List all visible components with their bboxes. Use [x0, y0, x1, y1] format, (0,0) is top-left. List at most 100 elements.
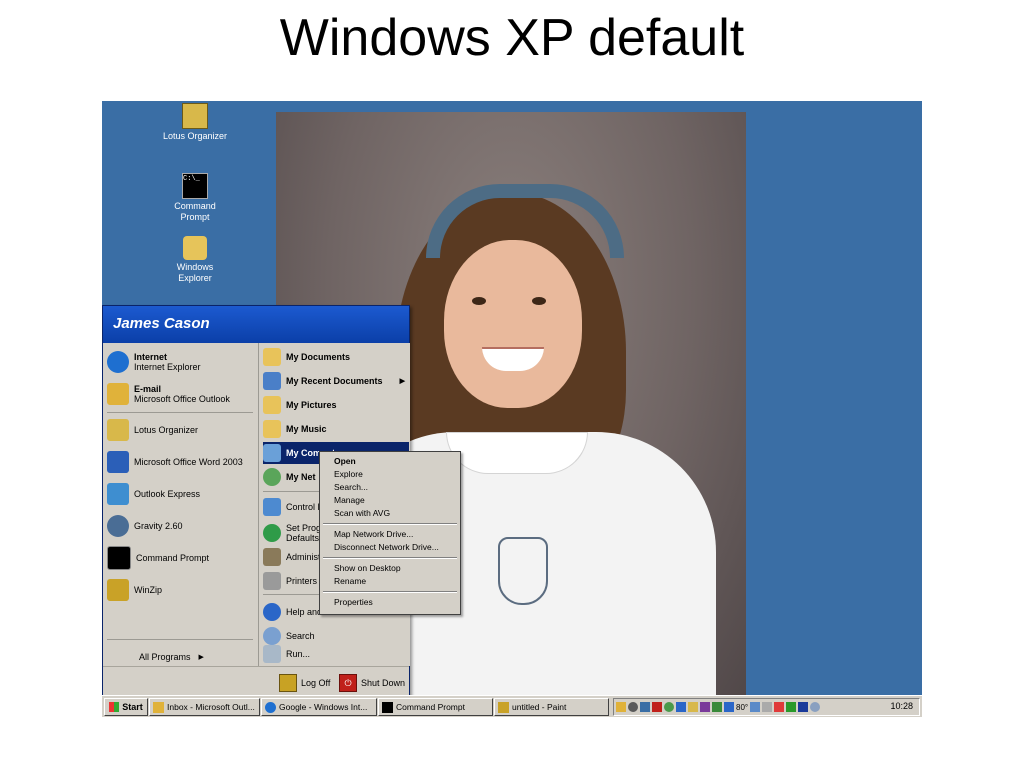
- right-item-label: Printers: [286, 576, 318, 586]
- taskbar-button-google[interactable]: Google - Windows Int...: [261, 698, 377, 716]
- shut-down-button[interactable]: ⏻ Shut Down: [339, 674, 405, 692]
- desktop-icon-windows-explorer[interactable]: Windows Explorer: [150, 236, 240, 284]
- lotus-organizer-icon: [182, 103, 208, 129]
- context-item-rename[interactable]: Rename: [334, 575, 366, 588]
- pinned-email[interactable]: E-mail Microsoft Office Outlook: [107, 379, 257, 409]
- desktop-icon-label: Lotus Organizer: [162, 131, 228, 141]
- taskbar-button-label: Command Prompt: [396, 702, 465, 712]
- context-item-search[interactable]: Search...: [334, 481, 368, 494]
- app-tray-icon[interactable]: [750, 702, 761, 712]
- right-item-my-recent-documents[interactable]: My Recent Documents ▶: [263, 370, 409, 392]
- start-menu-left-pane: Internet Internet Explorer E-mail Microsof…: [103, 343, 258, 666]
- app-tray-icon[interactable]: [786, 702, 797, 712]
- recent-documents-icon: [263, 372, 281, 390]
- ie-icon: [265, 701, 276, 713]
- recent-program[interactable]: Command Prompt: [107, 543, 257, 573]
- taskbar-button-label: Inbox - Microsoft Outl...: [167, 702, 255, 712]
- app-tray-icon[interactable]: [774, 702, 785, 712]
- app-tray-icon[interactable]: [652, 702, 662, 712]
- context-item-scan-avg[interactable]: Scan with AVG: [334, 507, 390, 520]
- recent-program[interactable]: Gravity 2.60: [107, 511, 257, 541]
- right-item-label: Search: [286, 631, 315, 641]
- help-icon: [263, 603, 281, 621]
- network-tray-icon[interactable]: [640, 702, 650, 712]
- volume-icon[interactable]: [810, 702, 821, 712]
- shut-down-label: Shut Down: [361, 678, 406, 688]
- command-prompt-icon: [107, 546, 131, 570]
- context-item-open[interactable]: Open: [334, 455, 356, 468]
- taskbar-button-label: Google - Windows Int...: [279, 702, 368, 712]
- right-item-my-documents[interactable]: My Documents: [263, 346, 409, 368]
- context-item-disconnect-network-drive[interactable]: Disconnect Network Drive...: [334, 541, 439, 554]
- taskbar-button-inbox[interactable]: Inbox - Microsoft Outl...: [149, 698, 260, 716]
- temperature-readout: 80°: [736, 702, 749, 712]
- media-tray-icon[interactable]: [628, 702, 638, 712]
- user-name: James Cason: [113, 315, 210, 332]
- recent-program[interactable]: Outlook Express: [107, 479, 257, 509]
- context-item-properties[interactable]: Properties: [334, 596, 373, 609]
- right-item-label: My Recent Documents: [286, 376, 383, 386]
- recent-program[interactable]: Microsoft Office Word 2003: [107, 447, 257, 477]
- right-item-label: Help and: [286, 607, 323, 617]
- control-panel-icon: [263, 498, 281, 516]
- right-item-label: Control F: [286, 502, 324, 512]
- windows-logo-icon: [109, 702, 120, 712]
- recent-program-label: Microsoft Office Word 2003: [134, 457, 243, 467]
- photo-crest: [498, 537, 548, 605]
- recent-program[interactable]: Lotus Organizer: [107, 415, 257, 445]
- pinned-title: Internet: [134, 352, 168, 362]
- pinned-internet[interactable]: Internet Internet Explorer: [107, 347, 257, 377]
- recent-program-label: Outlook Express: [134, 489, 201, 499]
- right-item-run[interactable]: Run...: [263, 643, 409, 665]
- right-item-label-line2: Defaults: [286, 533, 320, 543]
- app-tray-icon[interactable]: [762, 702, 773, 712]
- outlook-tray-icon[interactable]: [616, 702, 626, 712]
- app-tray-icon[interactable]: [700, 702, 710, 712]
- system-tray: 80° 10:28: [613, 698, 920, 716]
- separator: [323, 591, 457, 593]
- context-item-explore[interactable]: Explore: [334, 468, 363, 481]
- music-folder-icon: [263, 420, 281, 438]
- context-item-manage[interactable]: Manage: [334, 494, 365, 507]
- photo-eye-left: [472, 297, 486, 305]
- internet-explorer-icon: [107, 351, 129, 373]
- desktop-icon-lotus-organizer[interactable]: Lotus Organizer: [150, 103, 240, 142]
- key-icon: [279, 674, 297, 692]
- right-item-my-pictures[interactable]: My Pictures: [263, 394, 409, 416]
- desktop-icon-label-line2: Prompt: [180, 212, 210, 222]
- app-tray-icon[interactable]: [676, 702, 686, 712]
- right-item-my-music[interactable]: My Music: [263, 418, 409, 440]
- app-tray-icon[interactable]: [664, 702, 674, 712]
- app-tray-icon[interactable]: [688, 702, 698, 712]
- printer-icon: [263, 572, 281, 590]
- network-icon: [263, 468, 281, 486]
- recent-program-label: Gravity 2.60: [134, 521, 183, 531]
- context-menu: Open Explore Search... Manage Scan with …: [319, 451, 461, 615]
- taskbar-button-command-prompt[interactable]: Command Prompt: [378, 698, 493, 716]
- recent-program[interactable]: WinZip: [107, 575, 257, 605]
- context-item-show-on-desktop[interactable]: Show on Desktop: [334, 562, 401, 575]
- app-tray-icon[interactable]: [712, 702, 722, 712]
- start-button[interactable]: Start: [104, 698, 148, 716]
- desktop-icon-label-line1: Command: [174, 201, 216, 211]
- separator: [107, 412, 253, 413]
- desktop-icon-command-prompt[interactable]: C:\_ Command Prompt: [150, 173, 240, 223]
- taskbar-button-paint[interactable]: untitled - Paint: [494, 698, 609, 716]
- arrow-right-icon: ▶: [399, 378, 405, 385]
- log-off-button[interactable]: Log Off: [279, 674, 330, 692]
- right-item-label: My Documents: [286, 352, 351, 362]
- program-defaults-icon: [263, 524, 281, 542]
- separator: [107, 639, 253, 640]
- right-item-label: My Music: [286, 424, 327, 434]
- start-menu-header: James Cason: [103, 306, 409, 343]
- app-tray-icon[interactable]: [798, 702, 809, 712]
- photo-collar: [446, 432, 588, 474]
- photo-face: [444, 240, 582, 408]
- right-item-label: Administ: [286, 552, 321, 562]
- chart-tray-icon[interactable]: [724, 702, 734, 712]
- desktop-icon-label-line2: Explorer: [178, 273, 212, 283]
- start-label: Start: [122, 702, 143, 712]
- context-item-map-network-drive[interactable]: Map Network Drive...: [334, 528, 413, 541]
- separator: [323, 523, 457, 525]
- right-item-label: Set Prog: [286, 523, 322, 533]
